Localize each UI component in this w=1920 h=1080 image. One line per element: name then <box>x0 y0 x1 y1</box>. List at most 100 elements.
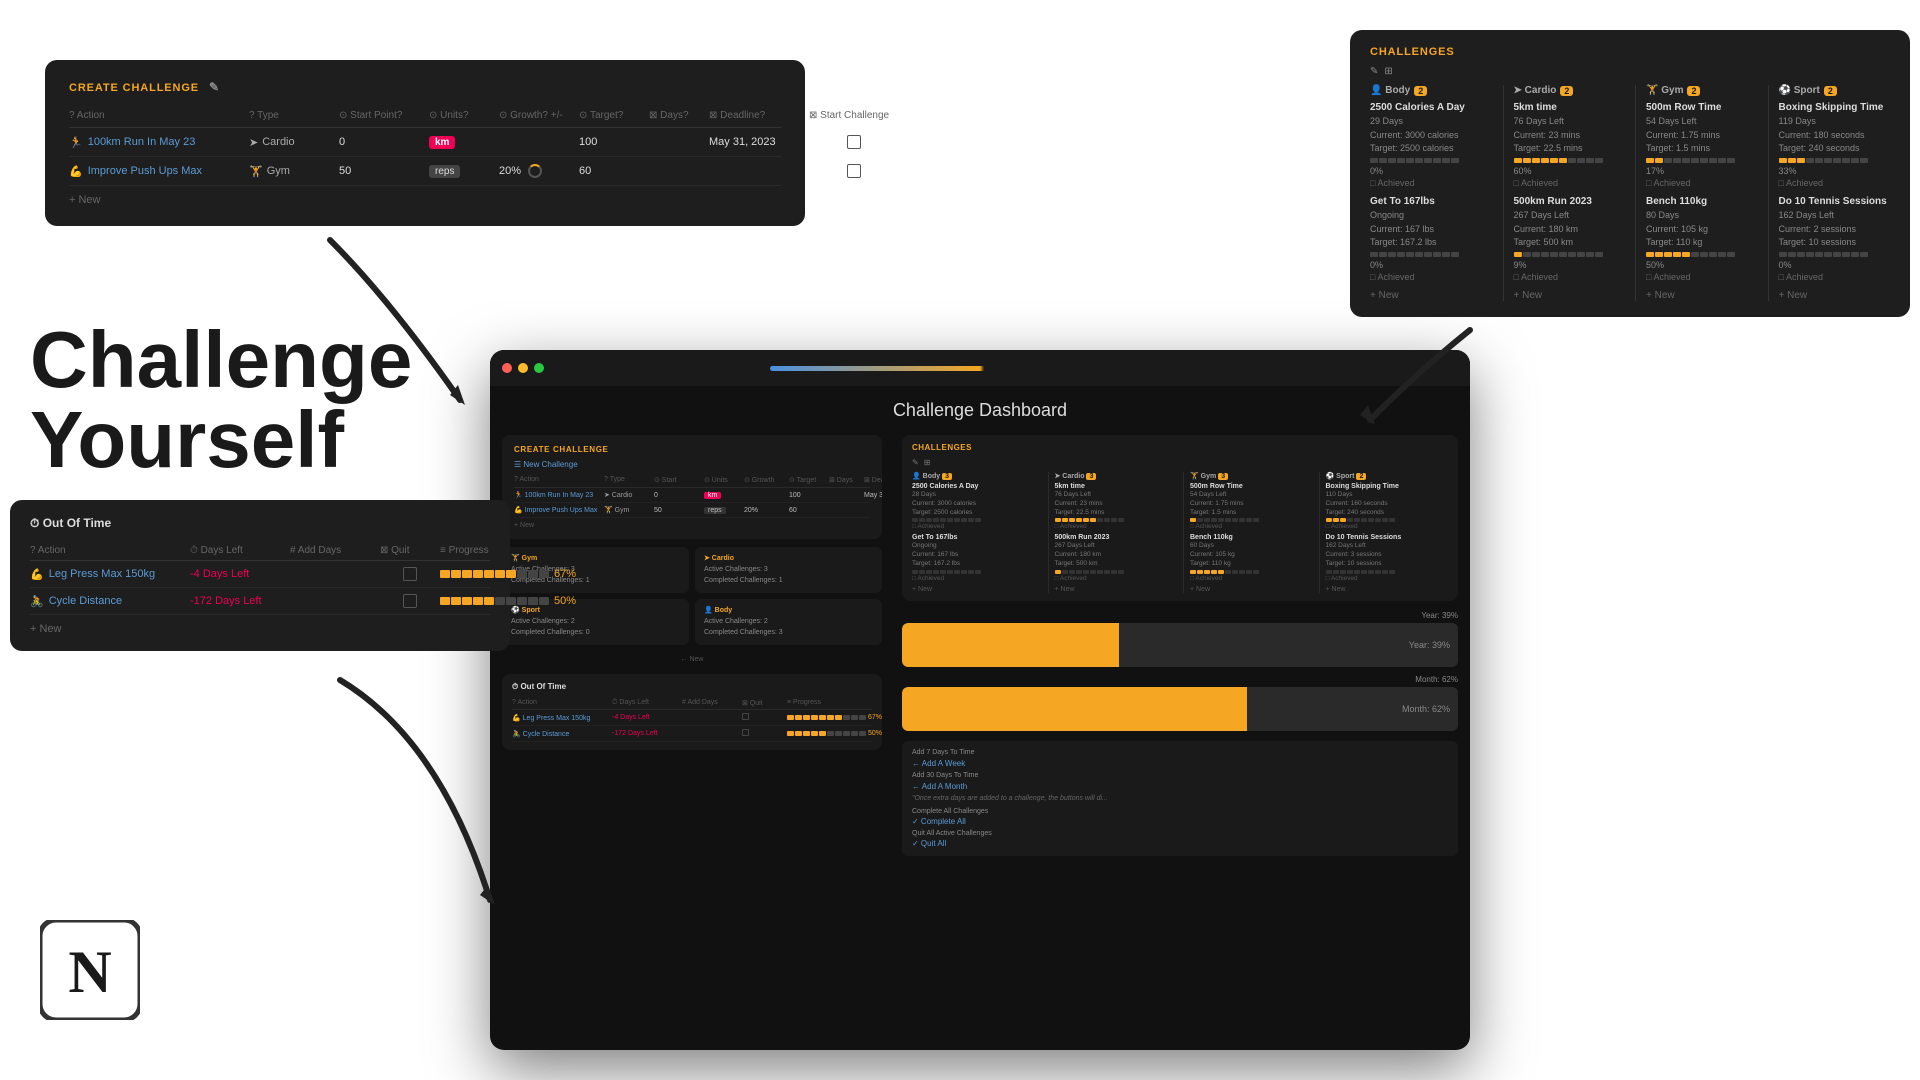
start-checkbox[interactable] <box>847 164 861 178</box>
challenges-card: CHALLENGES ✎ ⊞ 👤 Body 2 2500 Calories A … <box>1350 30 1910 317</box>
gym-column: 🏋 Gym 2 500m Row Time 54 Days Left Curre… <box>1635 85 1758 301</box>
edit-icon[interactable]: ✎ <box>209 80 220 94</box>
progress-bar: 67% <box>440 568 560 580</box>
challenge-item[interactable]: Get To 167lbs Ongoing Current: 167 lbs T… <box>1370 196 1493 282</box>
add-month-button[interactable]: ← Add A Month <box>912 782 1448 791</box>
quit-checkbox[interactable] <box>403 567 417 581</box>
year-bar: Year: 39% <box>902 623 1458 667</box>
oot-row: 🚴 Cycle Distance -172 Days Left 50% <box>30 588 490 615</box>
cardio-column: ➤ Cardio 2 5km time 76 Days Left Current… <box>1503 85 1626 301</box>
challenge-item[interactable]: 2500 Calories A Day 29 Days Current: 300… <box>1370 102 1493 188</box>
mini-add-sport[interactable]: + New <box>1326 586 1449 593</box>
tip-add-week-label: Add 7 Days To Time <box>912 749 1448 756</box>
mini-table-row: 💪 Improve Push Ups Max 🏋 Gym 50 reps 20%… <box>514 503 870 518</box>
type-cell: 🏋 Gym <box>249 165 339 178</box>
quit-all-button[interactable]: ✓ Quit All <box>912 839 1448 848</box>
mini-challenges-card: CHALLENGES ✎ ⊞ 👤 Body 3 2500 Calories A … <box>902 435 1458 601</box>
mini-table-row: 🏃 100km Run In May 23 ➤ Cardio 0 km 100 … <box>514 488 870 503</box>
add-week-button[interactable]: ← Add A Week <box>912 759 1448 768</box>
mini-new-challenge[interactable]: ☰ New Challenge <box>514 460 870 469</box>
mini-add-body[interactable]: + New <box>912 586 1042 593</box>
month-label: Month: 62% <box>902 675 1458 684</box>
arrow-1 <box>310 220 510 420</box>
mini-oot-row: 💪 Leg Press Max 150kg -4 Days Left <box>512 710 872 726</box>
mini-create-challenge: CREATE CHALLENGE ☰ New Challenge ? Actio… <box>502 435 882 539</box>
mini-cardio-col: ➤ Cardio 3 5km time 76 Days Left Current… <box>1048 472 1178 593</box>
tip-add-month-label: Add 30 Days To Time <box>912 772 1448 779</box>
add-new-sport[interactable]: + New <box>1779 290 1891 301</box>
start-checkbox[interactable] <box>847 135 861 149</box>
add-new-button[interactable]: + New <box>69 194 781 206</box>
mini-edit-icon[interactable]: ✎ <box>912 458 919 467</box>
mini-ch-item[interactable]: Bench 110kg 60 Days Current: 105 kg Targ… <box>1190 534 1313 581</box>
month-bar: Month: 62% <box>902 687 1458 731</box>
challenge-item[interactable]: 500m Row Time 54 Days Left Current: 1.75… <box>1646 102 1758 188</box>
mini-ch-item[interactable]: Boxing Skipping Time 110 Days Current: 1… <box>1326 483 1449 530</box>
mini-add-new-cat[interactable]: ← New <box>502 653 882 666</box>
table-row: 🏃 100km Run In May 23 ➤ Cardio 0 km 100 … <box>69 128 781 157</box>
oot-header: ? Action ⏱ Days Left # Add Days ⊠ Quit ≡… <box>30 541 490 561</box>
mini-ch-item[interactable]: 500m Row Time 54 Days Left Current: 1.75… <box>1190 483 1313 530</box>
sport-column: ⚽ Sport 2 Boxing Skipping Time 119 Days … <box>1768 85 1891 301</box>
create-challenge-card: CREATE CHALLENGE ✎ ? Action ? Type ⊙ Sta… <box>45 60 805 226</box>
complete-all-label: Complete All Challenges <box>912 808 1448 815</box>
mini-ch-item[interactable]: Do 10 Tennis Sessions 162 Days Left Curr… <box>1326 534 1449 581</box>
challenge-item[interactable]: 5km time 76 Days Left Current: 23 mins T… <box>1514 102 1626 188</box>
add-new-gym[interactable]: + New <box>1646 290 1758 301</box>
units-tag-reps[interactable]: reps <box>429 165 460 178</box>
mini-share-icon[interactable]: ⊞ <box>924 458 931 467</box>
col-header-gym: 🏋 Gym 2 <box>1646 85 1758 96</box>
spinner-icon <box>528 164 542 178</box>
maximize-button[interactable] <box>534 363 544 373</box>
mini-ch-item[interactable]: 500km Run 2023 267 Days Left Current: 18… <box>1055 534 1178 581</box>
mini-cat-cardio[interactable]: ➤ Cardio Active Challenges: 3 Completed … <box>695 547 882 593</box>
mini-add-new[interactable]: + New <box>514 522 870 529</box>
complete-all-button[interactable]: ✓ Complete All <box>912 817 1448 826</box>
oot-title: ⏱ Out Of Time <box>30 516 490 531</box>
challenges-edit-icon[interactable]: ✎ <box>1370 66 1378 77</box>
units-tag-km[interactable]: km <box>429 136 455 149</box>
mini-body-col: 👤 Body 3 2500 Calories A Day 28 Days Cur… <box>912 472 1042 593</box>
challenge-item[interactable]: Boxing Skipping Time 119 Days Current: 1… <box>1779 102 1891 188</box>
mini-oot-row: 🚴 Cycle Distance -172 Days Left <box>512 726 872 742</box>
url-bar[interactable] <box>770 366 1190 371</box>
challenge-item[interactable]: Bench 110kg 80 Days Current: 105 kg Targ… <box>1646 196 1758 282</box>
add-new-cardio[interactable]: + New <box>1514 290 1626 301</box>
challenges-share-icon[interactable]: ⊞ <box>1384 66 1392 77</box>
add-new-oot[interactable]: + New <box>30 623 490 635</box>
mini-add-gym[interactable]: + New <box>1190 586 1313 593</box>
oot-action[interactable]: 💪 Leg Press Max 150kg <box>30 568 190 581</box>
oot-action[interactable]: 🚴 Cycle Distance <box>30 595 190 608</box>
action-cell[interactable]: 🏃 100km Run In May 23 <box>69 136 249 149</box>
mini-ch-item[interactable]: 5km time 76 Days Left Current: 23 mins T… <box>1055 483 1178 530</box>
mini-ch-item[interactable]: 2500 Calories A Day 28 Days Current: 300… <box>912 483 1042 530</box>
dashboard-left-panel: CREATE CHALLENGE ☰ New Challenge ? Actio… <box>502 435 882 1015</box>
arrow-3 <box>240 660 540 910</box>
challenge-item[interactable]: Do 10 Tennis Sessions 162 Days Left Curr… <box>1779 196 1891 282</box>
body-column: 👤 Body 2 2500 Calories A Day 29 Days Cur… <box>1370 85 1493 301</box>
mini-out-of-time: ⏱ Out Of Time ? Action⏱ Days Left# Add D… <box>502 674 882 750</box>
action-cell[interactable]: 💪 Improve Push Ups Max <box>69 165 249 178</box>
tips-panel: Add 7 Days To Time ← Add A Week Add 30 D… <box>902 741 1458 856</box>
mini-cat-body[interactable]: 👤 Body Active Challenges: 2 Completed Ch… <box>695 599 882 645</box>
table-header: ? Action ? Type ⊙ Start Point? ⊙ Units? … <box>69 104 781 128</box>
challenge-item[interactable]: 500km Run 2023 267 Days Left Current: 18… <box>1514 196 1626 282</box>
challenges-title: CHALLENGES <box>1370 46 1890 58</box>
mini-ch-item[interactable]: Get To 167lbs Ongoing Current: 167 lbs T… <box>912 534 1042 581</box>
mini-gym-col: 🏋 Gym 3 500m Row Time 54 Days Left Curre… <box>1183 472 1313 593</box>
year-month-bars: Year: 39% Year: 39% Month: 62% Month: 62… <box>902 611 1458 731</box>
mini-ch-grid: 👤 Body 3 2500 Calories A Day 28 Days Cur… <box>912 472 1448 593</box>
mini-add-cardio[interactable]: + New <box>1055 586 1178 593</box>
dashboard-right-panel: CHALLENGES ✎ ⊞ 👤 Body 3 2500 Calories A … <box>892 435 1458 1015</box>
year-label: Year: 39% <box>902 611 1458 620</box>
out-of-time-card: ⏱ Out Of Time ? Action ⏱ Days Left # Add… <box>10 500 510 651</box>
mini-table-header: ? Action? Type⊙ Start⊙ Units⊙ Growth⊙ Ta… <box>514 473 870 488</box>
quit-checkbox[interactable] <box>403 594 417 608</box>
minimize-button[interactable] <box>518 363 528 373</box>
quit-all-label: Quit All Active Challenges <box>912 830 1448 837</box>
table-row: 💪 Improve Push Ups Max 🏋 Gym 50 reps 20%… <box>69 157 781 186</box>
col-header-cardio: ➤ Cardio 2 <box>1514 85 1626 96</box>
svg-text:N: N <box>68 939 111 1005</box>
create-challenge-title: CREATE CHALLENGE ✎ <box>69 80 781 94</box>
add-new-body[interactable]: + New <box>1370 290 1493 301</box>
